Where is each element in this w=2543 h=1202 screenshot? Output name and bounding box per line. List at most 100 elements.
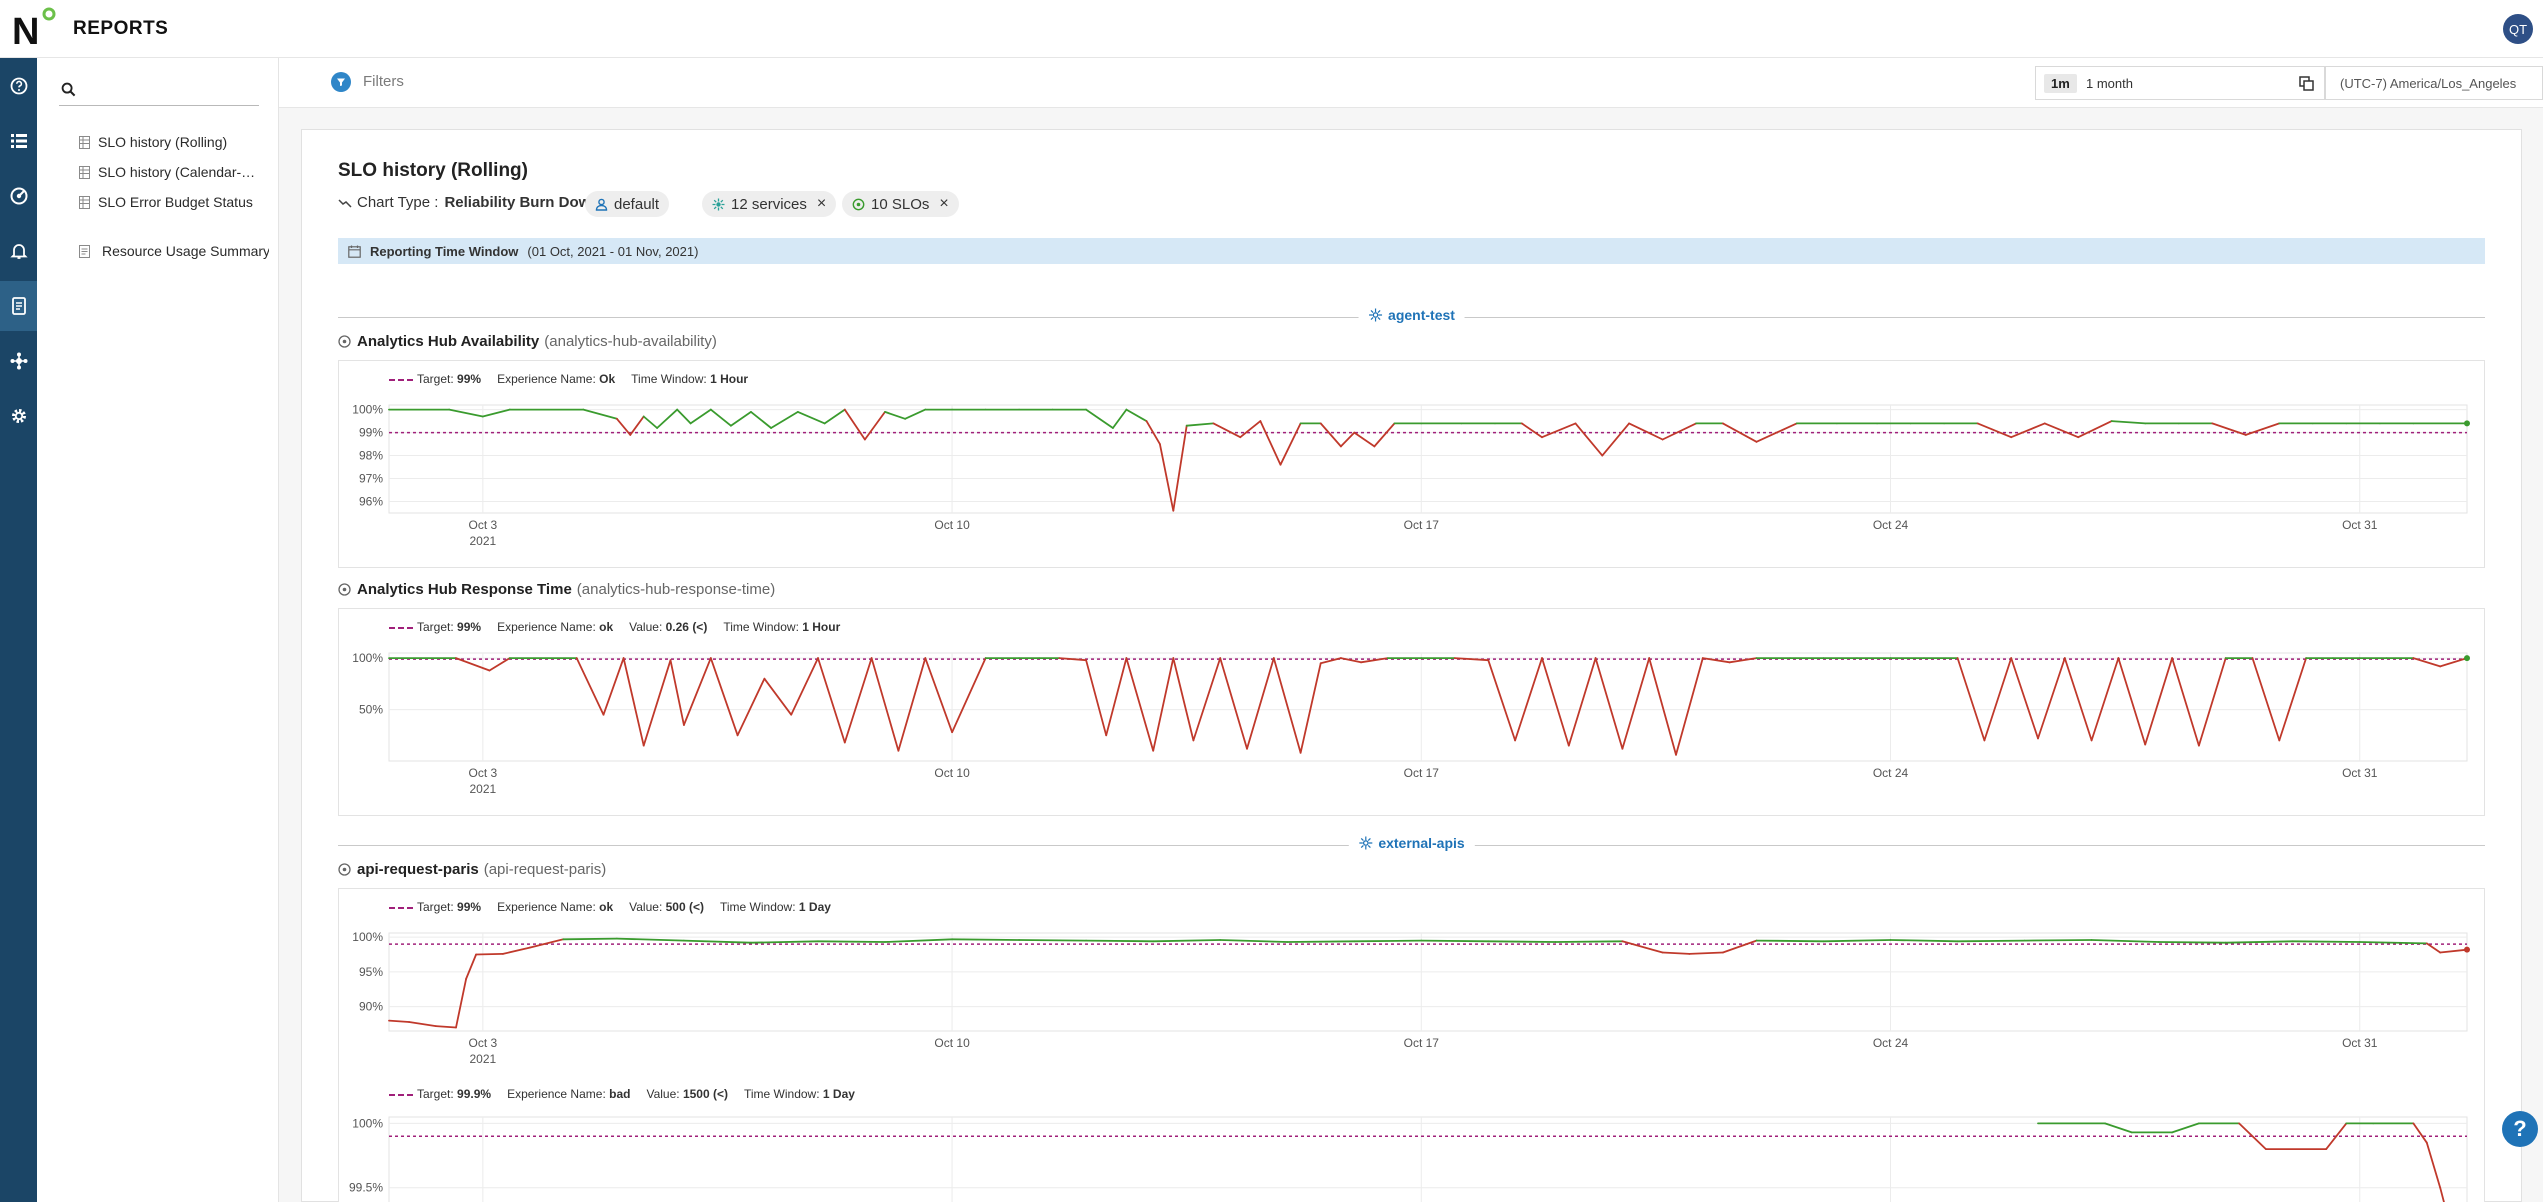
rail-integrations[interactable] <box>0 336 37 386</box>
series-segment <box>817 657 846 744</box>
y-tick-label: 100% <box>352 1116 383 1130</box>
y-tick-label: 50% <box>359 703 383 717</box>
series-segment <box>615 937 685 942</box>
rail-reports[interactable] <box>0 281 37 331</box>
chart-legend: Target: 99% Experience Name: Ok Time Win… <box>389 372 748 386</box>
series-segment <box>1648 657 1677 756</box>
series-segment <box>884 410 906 420</box>
x-tick-label: Oct 31 <box>2342 766 2378 780</box>
slo-icon <box>338 583 351 596</box>
series-segment <box>408 1021 437 1027</box>
series-segment <box>796 410 826 425</box>
series-segment <box>435 1025 457 1029</box>
series-segment <box>2224 940 2294 944</box>
sidebar-item-label: SLO Error Budget Status <box>98 194 253 210</box>
reliability-chart-response-time[interactable]: 100% 50% Oct 3 2021 Oct 10 Oct 17 Oct 24 Oct 31 <box>339 641 2486 811</box>
slo-name[interactable]: api-request-paris <box>357 861 479 878</box>
user-avatar[interactable]: QT <box>2503 14 2533 44</box>
series-segment <box>1340 431 1356 448</box>
service-name[interactable]: agent-test <box>1358 307 1465 323</box>
project-pill[interactable]: default <box>585 191 670 217</box>
service-name-label: agent-test <box>1388 307 1455 323</box>
range-chip[interactable]: 1m <box>2044 74 2077 93</box>
range-text: 1 month <box>2086 76 2133 91</box>
time-range-selector[interactable]: 1m 1 month <box>2035 66 2325 100</box>
series-segment <box>676 408 692 425</box>
series-segment <box>2110 420 2147 425</box>
table-icon <box>79 195 90 209</box>
series-segment <box>1722 939 1758 954</box>
gear-icon <box>11 409 26 423</box>
series-segment <box>2171 657 2200 747</box>
sidebar-item-slo-history-calendar[interactable]: SLO history (Calendar-Aligned) <box>79 161 269 183</box>
x-tick-label: Oct 10 <box>934 1036 970 1050</box>
trend-down-icon <box>338 198 352 208</box>
rail-services[interactable] <box>0 116 37 166</box>
service-name[interactable]: external-apis <box>1348 835 1475 851</box>
legend-experience: Experience Name: bad <box>507 1087 631 1101</box>
series-segment <box>2291 940 2361 943</box>
series-segment <box>1159 443 1175 512</box>
legend-time-window: Time Window: 1 Hour <box>723 620 841 634</box>
series-segment <box>1219 939 1289 943</box>
rail-slo[interactable] <box>0 171 37 221</box>
series-segment <box>870 657 900 752</box>
series-segment <box>1085 408 1114 429</box>
nobl9-logo[interactable]: N <box>12 6 58 50</box>
series-segment <box>1259 420 1282 466</box>
series-segment <box>2063 657 2093 742</box>
reliability-chart-api-ok[interactable]: 100% 95% 90% Oct 3 2021 Oct 10 Oct 17 Oct 24 Oct… <box>339 921 2486 1076</box>
filter-bar: Filters 1m 1 month (UTC-7) America/Los_A… <box>279 58 2543 108</box>
series-segment <box>2157 941 2227 944</box>
slos-pill[interactable]: 10 SLOs × <box>842 191 959 217</box>
remove-slos-icon[interactable]: × <box>939 195 948 213</box>
remove-services-icon[interactable]: × <box>817 195 826 213</box>
series-segment <box>843 408 866 441</box>
rail-alerts[interactable] <box>0 226 37 276</box>
series-segment <box>2090 657 2120 742</box>
sidebar-item-slo-history-rolling[interactable]: SLO history (Rolling) <box>79 131 269 153</box>
series-segment <box>1621 940 1664 954</box>
report-search[interactable] <box>59 74 259 106</box>
help-button[interactable]: ? <box>2502 1111 2538 1147</box>
series-segment <box>2037 657 2066 740</box>
reliability-chart-availability[interactable]: 100% 99% 98% 97% 96% Oct 3 2021 Oct 10 Oct 17 Oct… <box>339 393 2486 563</box>
rail-settings[interactable] <box>0 391 37 441</box>
series-segment <box>904 408 927 420</box>
series-segment <box>1554 940 1624 943</box>
timezone-selector[interactable]: (UTC-7) America/Los_Angeles <box>2325 66 2543 100</box>
app-title: REPORTS <box>73 18 169 39</box>
sidebar-item-error-budget-status[interactable]: SLO Error Budget Status <box>79 191 269 213</box>
filters-button[interactable]: Filters <box>363 73 404 90</box>
series-segment <box>1983 657 2013 742</box>
sidebar-item-label: SLO history (Rolling) <box>98 134 228 150</box>
legend-target: Target: 99.9% <box>389 1087 491 1101</box>
series-segment <box>1621 657 1651 750</box>
copy-icon[interactable] <box>2299 76 2314 91</box>
series-segment <box>2439 1186 2445 1202</box>
series-segment <box>2211 422 2247 436</box>
service-section-header: agent-test <box>338 307 2485 327</box>
series-segment <box>2043 422 2080 439</box>
y-tick-label: 100% <box>352 403 383 417</box>
services-pill[interactable]: 12 services × <box>702 191 837 217</box>
filter-icon[interactable] <box>331 72 351 92</box>
series-segment <box>1319 657 1342 665</box>
plot-frame <box>388 932 2468 1032</box>
reliability-chart-api-bad[interactable]: 100% 99.5% <box>339 1107 2486 1202</box>
table-icon <box>79 165 90 179</box>
series-segment <box>1487 659 1516 742</box>
y-tick-label: 97% <box>359 472 383 486</box>
slo-name[interactable]: Analytics Hub Availability <box>357 333 539 350</box>
series-segment <box>2077 420 2113 439</box>
slo-name[interactable]: Analytics Hub Response Time <box>357 581 572 598</box>
series-segment <box>2171 1122 2200 1134</box>
rail-help[interactable] <box>0 61 37 111</box>
series-segment <box>864 410 886 441</box>
y-tick-label: 100% <box>352 930 383 944</box>
series-segment <box>2425 942 2442 954</box>
sidebar-item-label: SLO history (Calendar-Aligned) <box>98 164 260 180</box>
series-segment <box>562 937 618 941</box>
project-pill-label: default <box>614 195 660 213</box>
sidebar-item-resource-usage[interactable]: Resource Usage Summary <box>79 240 269 262</box>
